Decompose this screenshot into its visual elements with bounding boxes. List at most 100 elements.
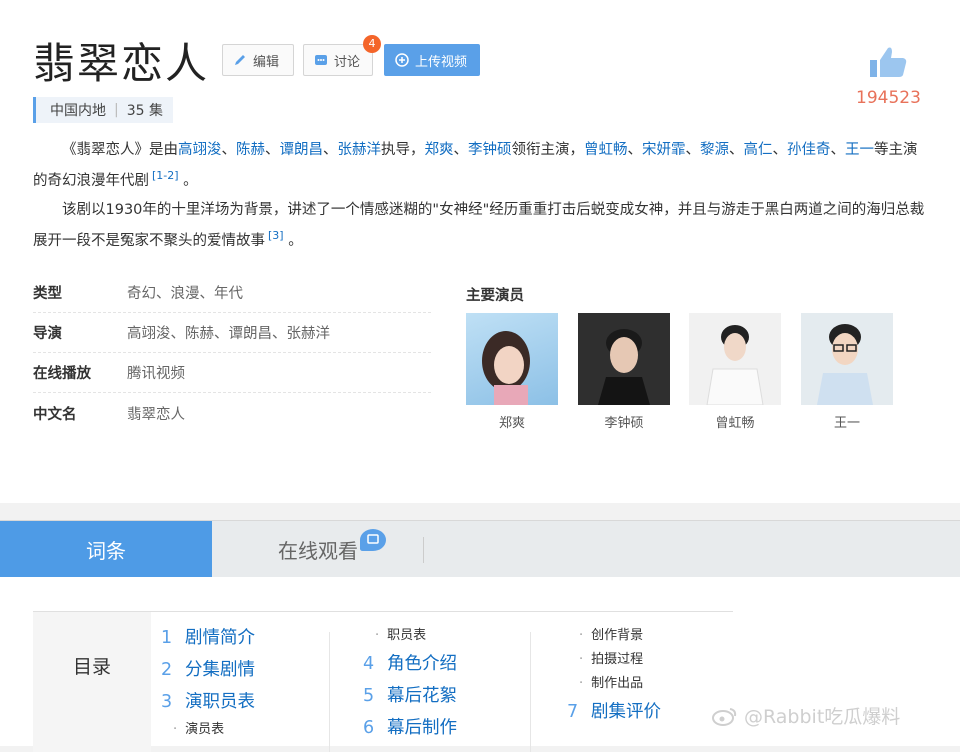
edit-label: 编辑 (253, 54, 280, 70)
info-value: 腾讯视频 (127, 366, 185, 382)
discuss-label: 讨论 (334, 54, 361, 70)
lead-link[interactable]: 李钟硕 (468, 142, 512, 158)
actor-photo[interactable] (801, 313, 893, 405)
discuss-button[interactable]: 讨论 (303, 44, 373, 76)
toc-heading: 目录 (33, 612, 151, 752)
toc-sublabel[interactable]: 制作出品 (591, 676, 643, 691)
toc-sublabel[interactable]: 创作背景 (591, 628, 643, 643)
toc-label[interactable]: 幕后制作 (387, 718, 457, 738)
actor-photo[interactable] (466, 313, 558, 405)
bullet-dot: · (375, 628, 380, 643)
weibo-icon (712, 707, 737, 726)
toc-subitem[interactable]: · 拍摄过程 (567, 648, 661, 672)
toc-sublabel[interactable]: 演员表 (185, 722, 224, 737)
reference-link[interactable]: [3] (268, 229, 284, 242)
actor-name[interactable]: 郑爽 (466, 412, 558, 431)
summary-paragraph-1: 《翡翠恋人》是由高翊浚、陈赫、谭朗昌、张赫洋执导，郑爽、李钟硕领衔主演，曾虹畅、… (33, 142, 918, 189)
toc-label[interactable]: 分集剧情 (185, 660, 255, 680)
toc-number: 7 (567, 702, 579, 722)
summary-text: 。 (288, 232, 303, 249)
costar-link[interactable]: 王一 (845, 142, 874, 158)
toc-label[interactable]: 幕后花絮 (387, 686, 457, 706)
toc-subitem[interactable]: · 创作背景 (567, 624, 661, 648)
costar-link[interactable]: 孙佳奇 (787, 142, 831, 158)
toc-subitem[interactable]: · 制作出品 (567, 672, 661, 696)
actor-name[interactable]: 李钟硕 (578, 412, 670, 431)
actor-card[interactable]: 曾虹畅 (689, 313, 781, 431)
director-link[interactable]: 高翊浚 (178, 142, 222, 158)
toc-sublabel[interactable]: 拍摄过程 (591, 652, 643, 667)
actor-card[interactable]: 李钟硕 (578, 313, 670, 431)
thumbs-up-icon[interactable] (868, 44, 908, 80)
edit-button[interactable]: 编辑 (222, 44, 294, 76)
info-label: 中文名 (33, 406, 77, 423)
upload-label: 上传视频 (415, 54, 468, 70)
toc-item[interactable]: 1 剧情简介 (161, 622, 255, 654)
costar-link[interactable]: 曾虹畅 (584, 142, 628, 158)
chat-icon (315, 55, 327, 65)
bullet-dot: · (579, 652, 584, 667)
actor-photo[interactable] (578, 313, 670, 405)
region-tag[interactable]: 中国内地 (50, 100, 106, 120)
summary-text: 该剧以1930年的十里洋场为背景，讲述了一个情感迷糊的"女神经"经历重重打击后蜕… (33, 202, 925, 249)
summary-text: 领衔主演， (511, 142, 585, 158)
toc-label[interactable]: 演职员表 (185, 692, 255, 712)
toc-label[interactable]: 剧情简介 (185, 628, 255, 648)
cast-title: 主要演员 (466, 288, 524, 304)
info-row-genre: 类型 奇幻、浪漫、年代 (33, 273, 431, 313)
summary-paragraph-2: 该剧以1930年的十里洋场为背景，讲述了一个情感迷糊的"女神经"经历重重打击后蜕… (33, 198, 928, 254)
watermark-text: @Rabbit吃瓜爆料 (744, 706, 901, 728)
toc-number: 1 (161, 628, 173, 648)
bullet-dot: · (579, 628, 584, 643)
tab-divider (423, 537, 424, 563)
toc-item[interactable]: 4 角色介绍 (363, 648, 457, 680)
bullet-dot: · (579, 676, 584, 691)
director-link[interactable]: 张赫洋 (338, 142, 382, 158)
info-label: 在线播放 (33, 366, 91, 382)
lead-link[interactable]: 郑爽 (425, 142, 454, 158)
tab-entry[interactable]: 词条 (0, 521, 212, 578)
entry-card: 翡翠恋人 编辑 讨论 4 上传视频 194523 中国内地 | 35 集 《翡翠… (0, 0, 960, 503)
director-link[interactable]: 谭朗昌 (280, 142, 324, 158)
info-row-online: 在线播放 腾讯视频 (33, 353, 431, 393)
toc-item[interactable]: 5 幕后花絮 (363, 680, 457, 712)
reference-link[interactable]: [1-2] (152, 169, 179, 182)
toc-divider (329, 632, 330, 752)
costar-link[interactable]: 宋妍霏 (642, 142, 686, 158)
toc-item[interactable]: 7 剧集评价 (567, 696, 661, 728)
director-link[interactable]: 陈赫 (236, 142, 265, 158)
info-label: 类型 (33, 286, 62, 302)
upload-video-button[interactable]: 上传视频 (384, 44, 480, 76)
like-count: 194523 (856, 88, 921, 108)
toc-label[interactable]: 剧集评价 (591, 702, 661, 722)
actor-photo[interactable] (689, 313, 781, 405)
toc-number: 4 (363, 654, 375, 674)
toc-subitem[interactable]: · 演员表 (161, 718, 255, 742)
toc-column-3: · 创作背景 · 拍摄过程 · 制作出品 7 剧集评价 (567, 624, 661, 728)
weibo-watermark: @Rabbit吃瓜爆料 (712, 702, 900, 729)
tab-watch-online[interactable]: 在线观看 (212, 521, 424, 578)
toc-item[interactable]: 6 幕后制作 (363, 712, 457, 744)
toc-column-1: 1 剧情简介 2 分集剧情 3 演职员表 · 演员表 (161, 622, 255, 742)
actor-name[interactable]: 曾虹畅 (689, 412, 781, 431)
actor-card[interactable]: 郑爽 (466, 313, 558, 431)
toc-sublabel[interactable]: 职员表 (387, 628, 426, 643)
costar-link[interactable]: 黎源 (700, 142, 729, 158)
plus-circle-icon (395, 53, 409, 67)
toc-item[interactable]: 3 演职员表 (161, 686, 255, 718)
info-value-directors[interactable]: 高翊浚、陈赫、谭朗昌、张赫洋 (127, 322, 330, 343)
toc-item[interactable]: 2 分集剧情 (161, 654, 255, 686)
costar-link[interactable]: 高仁 (744, 142, 773, 158)
actor-name[interactable]: 王一 (801, 412, 893, 431)
actor-card[interactable]: 王一 (801, 313, 893, 431)
summary-text: 执导， (381, 142, 425, 158)
toc-label[interactable]: 角色介绍 (387, 654, 457, 674)
toc-number: 6 (363, 718, 375, 738)
summary-text: 。 (183, 172, 198, 189)
page-title: 翡翠恋人 (33, 39, 210, 88)
bullet-dot: · (173, 722, 178, 737)
toc-number: 5 (363, 686, 375, 706)
toc-subitem[interactable]: · 职员表 (363, 624, 457, 648)
info-value: 翡翠恋人 (127, 406, 185, 423)
toc-number: 2 (161, 660, 173, 680)
